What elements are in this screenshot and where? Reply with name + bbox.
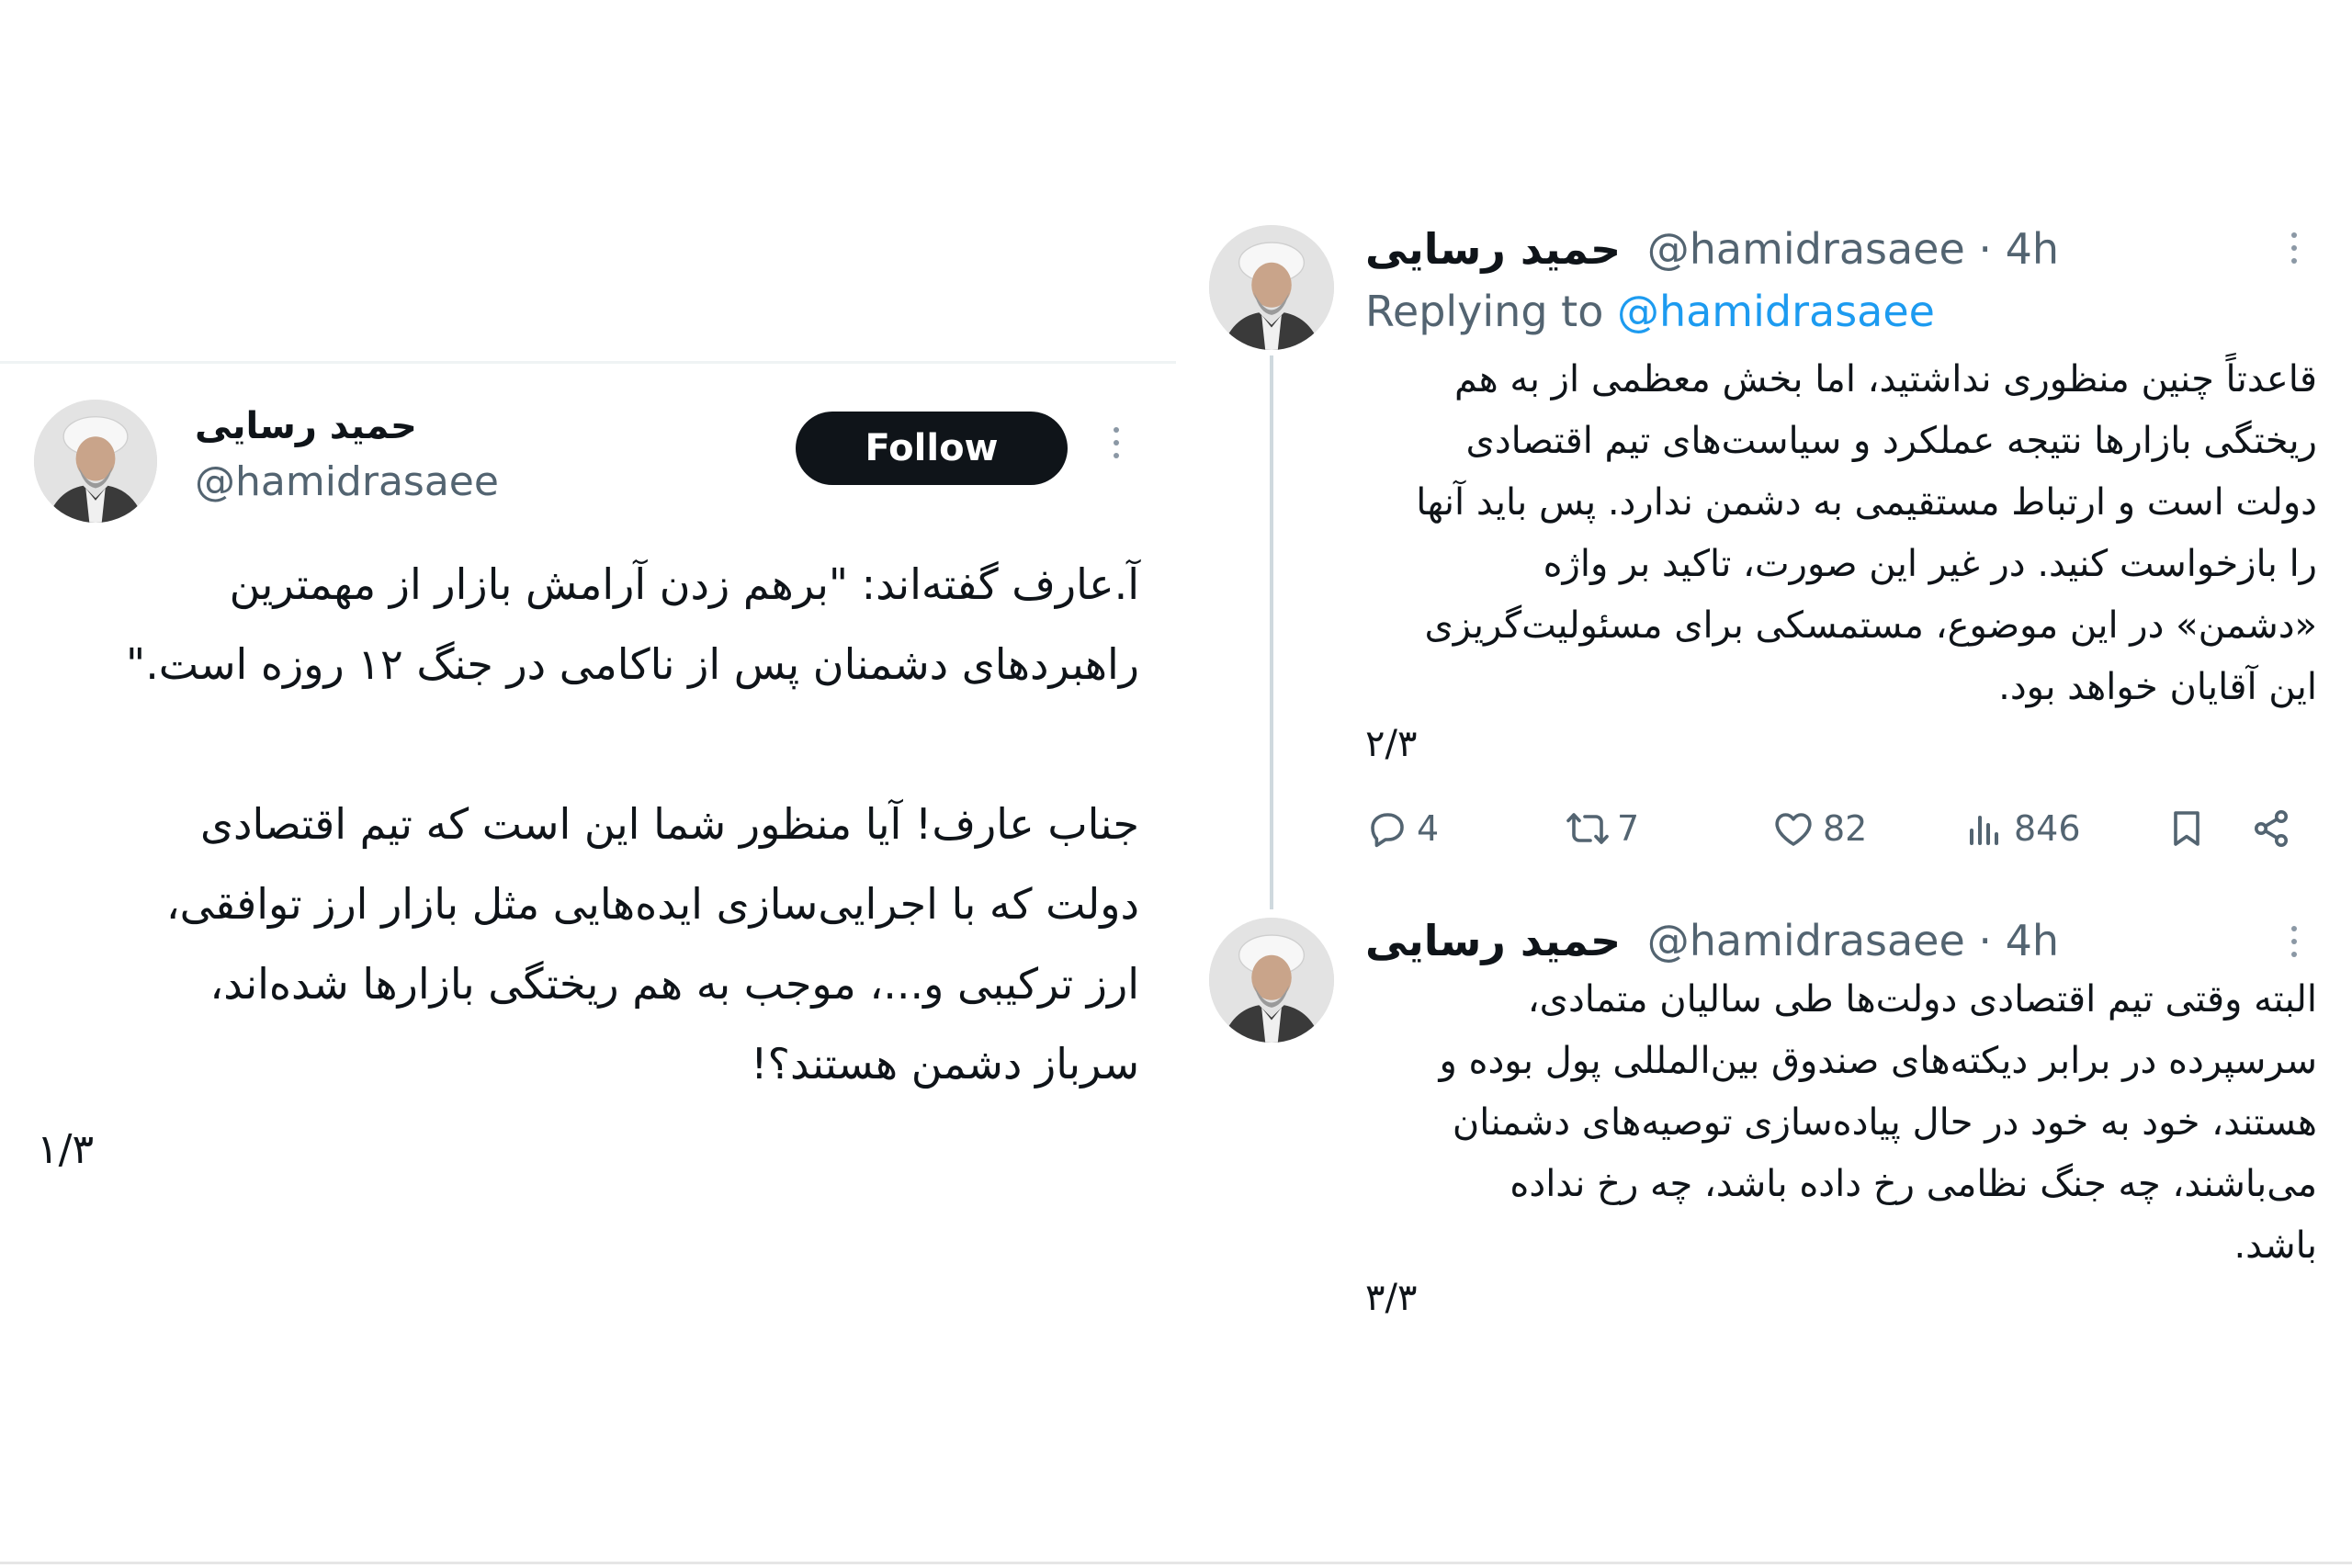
- more-options-icon[interactable]: [2288, 232, 2301, 264]
- bookmark-button[interactable]: [2165, 807, 2209, 851]
- avatar[interactable]: [1209, 918, 1334, 1043]
- bookmark-icon: [2174, 811, 2199, 846]
- like-button[interactable]: 82: [1771, 807, 1867, 851]
- view-count: 846: [2014, 808, 2081, 849]
- avatar[interactable]: [34, 400, 157, 523]
- left-tweet: حمید رسایی @hamidrasaee Follow آ.عارف گف…: [0, 361, 1176, 1188]
- retweet-count: 7: [1617, 808, 1640, 849]
- more-options-icon[interactable]: [1110, 427, 1123, 458]
- author-name[interactable]: حمید رسایی: [1365, 916, 1621, 965]
- tweet-text: قاعدتاً چنین منظوری نداشتید، اما بخش معظ…: [1416, 358, 2317, 708]
- author-handle-time[interactable]: @hamidrasaee · 4h: [1647, 224, 2059, 274]
- divider: [0, 361, 1176, 364]
- reply-icon: [1371, 813, 1404, 848]
- author-name[interactable]: حمید رسایی: [1365, 224, 1621, 274]
- thread-connector-line: [1270, 355, 1273, 909]
- tweet-actions-bar: 4 7 82 846: [1365, 799, 2317, 863]
- heart-icon: [1775, 813, 1812, 846]
- author-handle-time[interactable]: @hamidrasaee · 4h: [1647, 916, 2059, 965]
- views-chart-icon: [1970, 816, 1998, 845]
- author-name[interactable]: حمید رسایی: [195, 405, 470, 447]
- reply-button[interactable]: 4: [1365, 807, 1439, 851]
- screenshot-canvas: حمید رسایی @hamidrasaee Follow آ.عارف گف…: [0, 0, 2352, 1568]
- retweet-button[interactable]: 7: [1566, 807, 1639, 851]
- tweet-header: حمید رسایی @hamidrasaee · 4h: [1365, 916, 2059, 965]
- replying-prefix: Replying to: [1365, 287, 1604, 336]
- share-icon: [2255, 810, 2288, 847]
- tweet-text: آ.عارف گفته‌اند: "برهم زدن آرامش بازار ا…: [126, 559, 1139, 1089]
- avatar[interactable]: [1209, 225, 1334, 350]
- thread-counter: ۲/۳: [1365, 723, 1418, 765]
- tweet-header: حمید رسایی @hamidrasaee · 4h: [1365, 224, 2059, 274]
- views-button[interactable]: 846: [1962, 807, 2081, 851]
- avatar-portrait-icon: [34, 400, 157, 523]
- more-options-icon[interactable]: [2288, 926, 2301, 957]
- author-handle[interactable]: @hamidrasaee: [195, 458, 499, 505]
- reply-count: 4: [1417, 808, 1440, 849]
- like-count: 82: [1823, 808, 1868, 849]
- replying-to: Replying to @hamidrasaee: [1365, 287, 1935, 336]
- tweet-text: البته وقتی تیم اقتصادی دولت‌ها طی سالیان…: [1439, 978, 2317, 1267]
- thread-counter: ۳/۳: [1365, 1277, 1418, 1319]
- divider: [0, 1562, 2352, 1564]
- thread-counter: ۱/۳: [37, 1126, 95, 1173]
- follow-button[interactable]: Follow: [796, 412, 1068, 485]
- share-button[interactable]: [2249, 807, 2293, 851]
- avatar-portrait-icon: [1209, 225, 1334, 350]
- retweet-icon: [1566, 813, 1609, 844]
- avatar-portrait-icon: [1209, 918, 1334, 1043]
- replying-handle-link[interactable]: @hamidrasaee: [1617, 287, 1935, 336]
